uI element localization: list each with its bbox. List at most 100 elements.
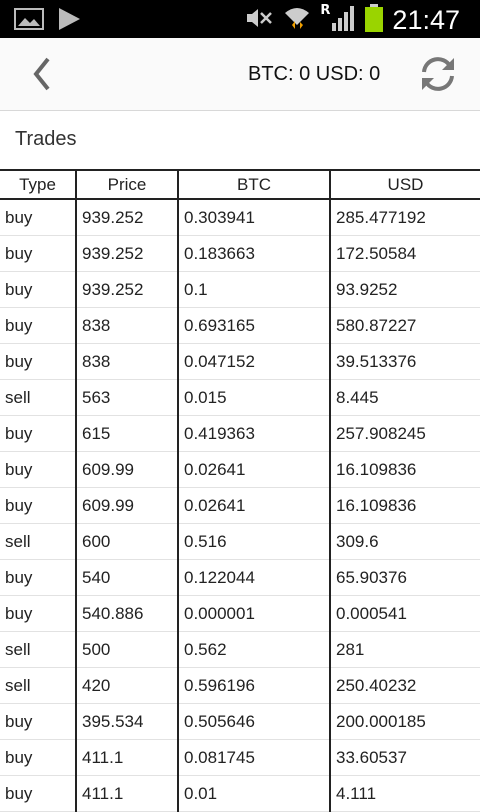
table-row: buy 609.99 0.02641 16.109836	[0, 487, 480, 524]
table-row: buy 615 0.419363 257.908245	[0, 415, 480, 452]
cell-type: buy	[0, 739, 77, 776]
gallery-icon	[14, 7, 44, 35]
table-row: sell 500 0.562 281	[0, 631, 480, 668]
cell-btc: 0.01	[178, 775, 331, 812]
cell-price: 411.1	[76, 775, 179, 812]
status-bar: R 21:47	[0, 0, 480, 38]
cell-type: buy	[0, 271, 77, 308]
status-time: 21:47	[392, 5, 460, 35]
cell-price: 563	[76, 379, 179, 416]
cell-price: 838	[76, 343, 179, 380]
cell-btc: 0.562	[178, 631, 331, 668]
cell-type: sell	[0, 379, 77, 416]
cell-price: 500	[76, 631, 179, 668]
cell-usd: 580.87227	[330, 307, 480, 344]
column-header-price: Price	[76, 169, 179, 200]
cell-type: buy	[0, 199, 77, 236]
back-button[interactable]	[26, 54, 66, 94]
refresh-icon	[422, 57, 454, 91]
trades-table: Type Price BTC USD buy 939.252 0.303941 285…	[0, 169, 480, 812]
cell-price: 600	[76, 523, 179, 560]
table-row: buy 939.252 0.303941 285.477192	[0, 199, 480, 236]
table-row: buy 939.252 0.1 93.9252	[0, 271, 480, 308]
table-row: buy 411.1 0.081745 33.60537	[0, 739, 480, 776]
cell-usd: 172.50584	[330, 235, 480, 272]
cell-usd: 200.000185	[330, 703, 480, 740]
cell-btc: 0.183663	[178, 235, 331, 272]
cell-price: 939.252	[76, 199, 179, 236]
table-row: buy 609.99 0.02641 16.109836	[0, 451, 480, 488]
cell-type: buy	[0, 595, 77, 632]
table-row: buy 939.252 0.183663 172.50584	[0, 235, 480, 272]
cell-usd: 0.000541	[330, 595, 480, 632]
table-row: buy 411.1 0.01 4.111	[0, 775, 480, 812]
cell-price: 420	[76, 667, 179, 704]
column-header-btc: BTC	[178, 169, 331, 200]
wifi-icon	[282, 3, 312, 37]
cell-type: buy	[0, 703, 77, 740]
cell-usd: 250.40232	[330, 667, 480, 704]
cell-usd: 285.477192	[330, 199, 480, 236]
cell-price: 838	[76, 307, 179, 344]
action-bar: BTC: 0 USD: 0	[0, 38, 480, 111]
cell-type: buy	[0, 559, 77, 596]
table-header-row: Type Price BTC USD	[0, 169, 480, 200]
cell-btc: 0.596196	[178, 667, 331, 704]
cell-btc: 0.419363	[178, 415, 331, 452]
column-header-usd: USD	[330, 169, 480, 200]
battery-icon	[364, 3, 384, 37]
cell-type: buy	[0, 487, 77, 524]
roaming-indicator: R	[320, 3, 331, 18]
cell-btc: 0.1	[178, 271, 331, 308]
cell-usd: 65.90376	[330, 559, 480, 596]
cell-usd: 8.445	[330, 379, 480, 416]
cell-price: 939.252	[76, 271, 179, 308]
cell-type: buy	[0, 451, 77, 488]
balance-display: BTC: 0 USD: 0	[248, 63, 381, 85]
cell-usd: 4.111	[330, 775, 480, 812]
table-row: buy 395.534 0.505646 200.000185	[0, 703, 480, 740]
cell-btc: 0.02641	[178, 487, 331, 524]
cell-price: 540	[76, 559, 179, 596]
table-row: sell 600 0.516 309.6	[0, 523, 480, 560]
back-arrow-icon	[33, 57, 50, 91]
cell-price: 411.1	[76, 739, 179, 776]
cell-price: 395.534	[76, 703, 179, 740]
cell-usd: 281	[330, 631, 480, 668]
mute-icon	[244, 5, 274, 35]
cell-price: 609.99	[76, 487, 179, 524]
cell-btc: 0.693165	[178, 307, 331, 344]
cell-price: 609.99	[76, 451, 179, 488]
cell-type: buy	[0, 235, 77, 272]
cell-btc: 0.505646	[178, 703, 331, 740]
table-row: sell 420 0.596196 250.40232	[0, 667, 480, 704]
cell-type: buy	[0, 343, 77, 380]
cell-usd: 16.109836	[330, 451, 480, 488]
signal-icon	[330, 4, 356, 36]
column-header-type: Type	[0, 169, 77, 200]
refresh-button[interactable]	[416, 52, 460, 96]
cell-usd: 93.9252	[330, 271, 480, 308]
cell-price: 615	[76, 415, 179, 452]
cell-btc: 0.02641	[178, 451, 331, 488]
trades-table-body: buy 939.252 0.303941 285.477192 buy 939.252 0.…	[0, 199, 480, 812]
cell-btc: 0.516	[178, 523, 331, 560]
table-row: buy 540.886 0.000001 0.000541	[0, 595, 480, 632]
play-store-icon	[56, 6, 82, 36]
cell-usd: 309.6	[330, 523, 480, 560]
table-row: buy 540 0.122044 65.90376	[0, 559, 480, 596]
cell-type: sell	[0, 523, 77, 560]
cell-price: 939.252	[76, 235, 179, 272]
table-row: buy 838 0.693165 580.87227	[0, 307, 480, 344]
cell-price: 540.886	[76, 595, 179, 632]
cell-btc: 0.081745	[178, 739, 331, 776]
cell-btc: 0.015	[178, 379, 331, 416]
cell-type: buy	[0, 307, 77, 344]
cell-usd: 33.60537	[330, 739, 480, 776]
table-row: sell 563 0.015 8.445	[0, 379, 480, 416]
cell-type: buy	[0, 775, 77, 812]
cell-btc: 0.303941	[178, 199, 331, 236]
cell-btc: 0.000001	[178, 595, 331, 632]
cell-btc: 0.122044	[178, 559, 331, 596]
cell-type: sell	[0, 667, 77, 704]
